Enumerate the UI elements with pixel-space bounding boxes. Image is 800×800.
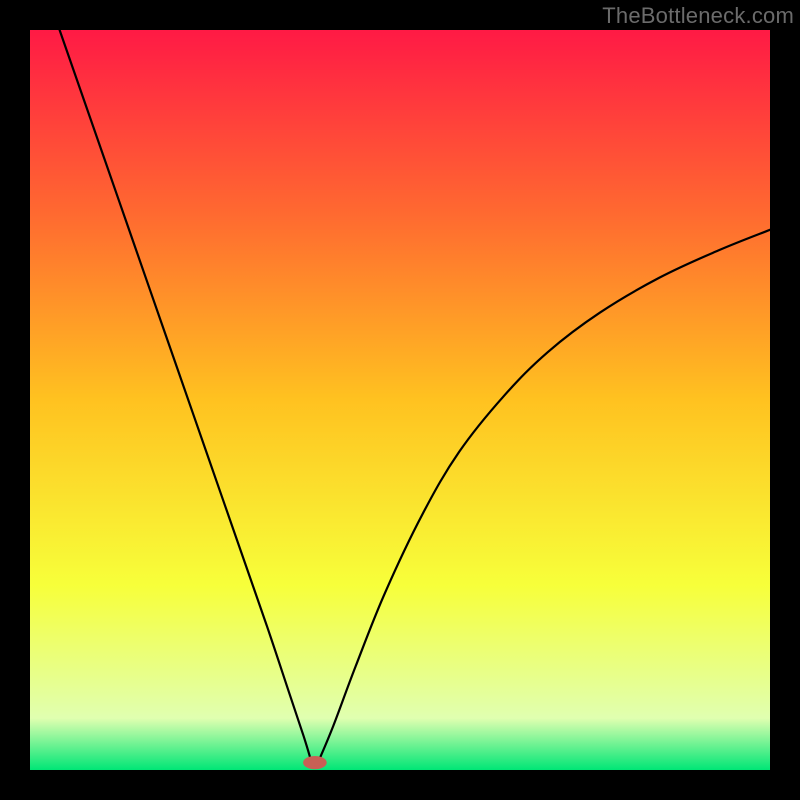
gradient-background xyxy=(30,30,770,770)
chart-frame: TheBottleneck.com xyxy=(0,0,800,800)
watermark-text: TheBottleneck.com xyxy=(602,3,794,29)
chart-svg xyxy=(30,30,770,770)
minimum-marker xyxy=(303,756,327,769)
plot-area xyxy=(30,30,770,770)
